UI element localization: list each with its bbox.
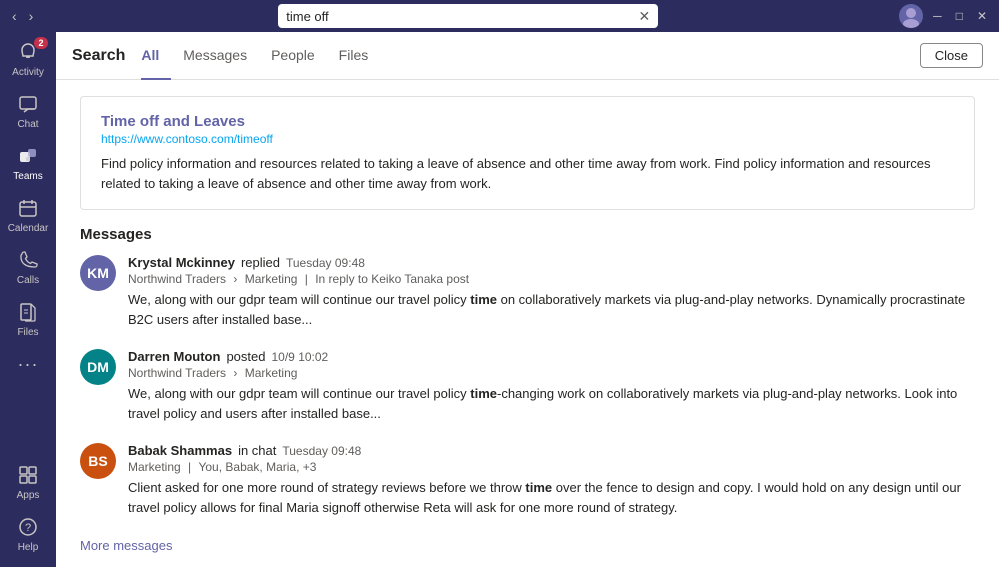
avatar: BS — [80, 443, 116, 479]
calendar-icon — [16, 196, 40, 220]
chrome-nav: ‹ › — [8, 8, 37, 24]
message-header: Krystal Mckinney replied Tuesday 09:48 — [128, 255, 975, 270]
tab-files[interactable]: Files — [327, 32, 381, 80]
message-meta: Marketing | You, Babak, Maria, +3 — [128, 460, 975, 474]
message-item: DM Darren Mouton posted 10/9 10:02 North… — [80, 349, 975, 423]
help-icon: ? — [16, 515, 40, 539]
files-icon — [16, 300, 40, 324]
highlight-time: time — [525, 480, 552, 495]
message-time: 10/9 10:02 — [272, 350, 329, 364]
main-panel: Search All Messages People Files Close T… — [56, 32, 999, 567]
message-header: Babak Shammas in chat Tuesday 09:48 — [128, 443, 975, 458]
message-text: We, along with our gdpr team will contin… — [128, 384, 975, 423]
sidebar-item-help[interactable]: ? Help — [0, 507, 56, 559]
calls-label: Calls — [17, 275, 39, 286]
svg-text:?: ? — [25, 522, 31, 534]
message-text: We, along with our gdpr team will contin… — [128, 290, 975, 329]
files-label: Files — [17, 327, 38, 338]
message-sender: Darren Mouton — [128, 349, 220, 364]
message-header: Darren Mouton posted 10/9 10:02 — [128, 349, 975, 364]
search-box-container: ✕ — [278, 4, 658, 28]
avatar: DM — [80, 349, 116, 385]
sidebar-item-apps[interactable]: Apps — [0, 455, 56, 507]
calendar-label: Calendar — [8, 223, 49, 234]
message-time: Tuesday 09:48 — [286, 256, 365, 270]
calls-icon — [16, 248, 40, 272]
sidebar-item-chat[interactable]: Chat — [0, 84, 56, 136]
sidebar-item-calls[interactable]: Calls — [0, 240, 56, 292]
tab-all[interactable]: All — [141, 32, 171, 80]
window-chrome: ‹ › ✕ ─ □ ✕ — [0, 0, 999, 32]
message-item: BS Babak Shammas in chat Tuesday 09:48 M… — [80, 443, 975, 517]
maximize-button[interactable]: □ — [952, 9, 967, 23]
message-content: Krystal Mckinney replied Tuesday 09:48 N… — [128, 255, 975, 329]
message-action: posted — [226, 349, 265, 364]
tab-messages[interactable]: Messages — [171, 32, 259, 80]
message-meta: Northwind Traders › Marketing | In reply… — [128, 272, 975, 286]
top-result-card: Time off and Leaves https://www.contoso.… — [80, 96, 975, 210]
message-content: Babak Shammas in chat Tuesday 09:48 Mark… — [128, 443, 975, 517]
message-item: KM Krystal Mckinney replied Tuesday 09:4… — [80, 255, 975, 329]
close-search-button[interactable]: Close — [920, 43, 983, 68]
sidebar-item-more[interactable]: ··· — [0, 344, 56, 382]
sidebar-item-files[interactable]: Files — [0, 292, 56, 344]
message-sender: Krystal Mckinney — [128, 255, 235, 270]
chrome-right: ─ □ ✕ — [899, 4, 991, 28]
sidebar-bottom: Apps ? Help — [0, 455, 56, 567]
highlight-time: time — [470, 386, 497, 401]
message-action: replied — [241, 255, 280, 270]
sidebar-item-calendar[interactable]: Calendar — [0, 188, 56, 240]
back-button[interactable]: ‹ — [8, 8, 21, 24]
message-sender: Babak Shammas — [128, 443, 232, 458]
result-card-title[interactable]: Time off and Leaves — [101, 113, 954, 130]
sidebar-item-activity[interactable]: 2 Activity — [0, 32, 56, 84]
activity-badge: 2 — [34, 37, 48, 49]
user-avatar[interactable] — [899, 4, 923, 28]
search-box-wrap: ✕ — [45, 4, 891, 28]
more-messages-link[interactable]: More messages — [80, 538, 172, 553]
message-action: in chat — [238, 443, 276, 458]
apps-icon — [16, 463, 40, 487]
chat-label: Chat — [17, 119, 38, 130]
close-window-button[interactable]: ✕ — [973, 9, 991, 23]
highlight-time: time — [470, 292, 497, 307]
search-input[interactable] — [286, 9, 632, 24]
topbar: Search All Messages People Files Close — [56, 32, 999, 80]
message-content: Darren Mouton posted 10/9 10:02 Northwin… — [128, 349, 975, 423]
sidebar: 2 Activity Chat — [0, 32, 56, 567]
result-card-url[interactable]: https://www.contoso.com/timeoff — [101, 132, 954, 146]
search-title: Search — [72, 47, 125, 65]
forward-button[interactable]: › — [25, 8, 38, 24]
result-card-description: Find policy information and resources re… — [101, 154, 954, 193]
clear-search-button[interactable]: ✕ — [639, 9, 651, 23]
activity-label: Activity — [12, 67, 44, 78]
sidebar-item-teams[interactable]: Teams — [0, 136, 56, 188]
message-time: Tuesday 09:48 — [282, 444, 361, 458]
chat-icon — [16, 92, 40, 116]
more-icon: ··· — [16, 352, 40, 376]
minimize-button[interactable]: ─ — [929, 9, 946, 23]
message-text: Client asked for one more round of strat… — [128, 478, 975, 517]
help-label: Help — [18, 542, 39, 553]
tabs: All Messages People Files — [141, 32, 907, 80]
teams-icon — [16, 144, 40, 168]
messages-section-heading: Messages — [80, 226, 975, 243]
tab-people[interactable]: People — [259, 32, 327, 80]
message-meta: Northwind Traders › Marketing — [128, 366, 975, 380]
apps-label: Apps — [17, 490, 40, 501]
teams-label: Teams — [13, 171, 42, 182]
content-area: Time off and Leaves https://www.contoso.… — [56, 80, 999, 567]
avatar: KM — [80, 255, 116, 291]
